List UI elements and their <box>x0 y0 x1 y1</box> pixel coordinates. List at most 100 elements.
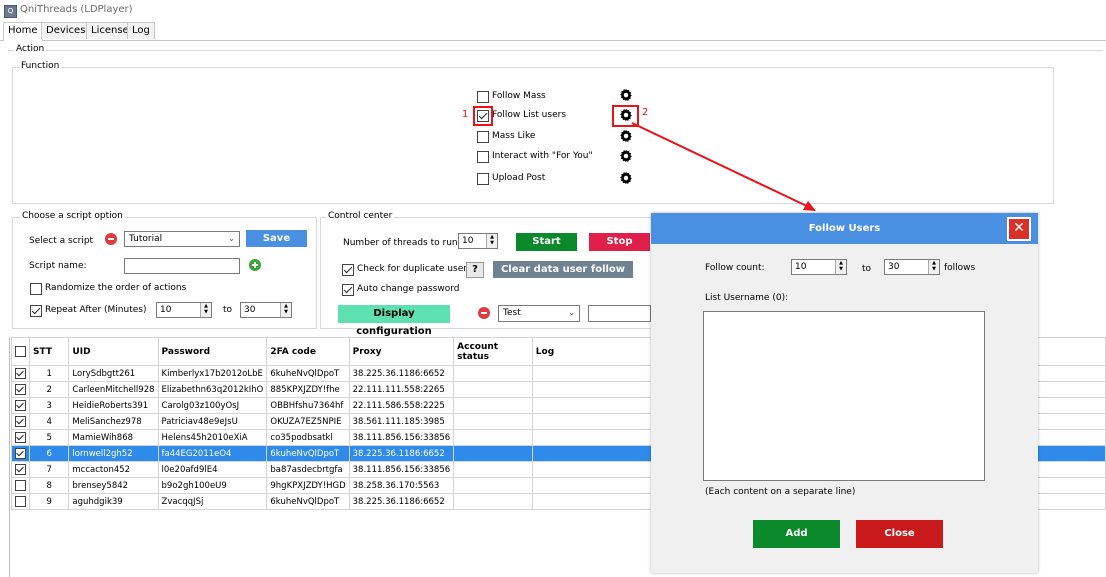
auto-change-password-checkbox[interactable] <box>342 284 354 296</box>
row-checkbox-cell[interactable] <box>11 413 30 430</box>
select-all-checkbox[interactable] <box>15 346 26 357</box>
row-checkbox[interactable] <box>15 464 26 475</box>
cell-account-status[interactable] <box>453 365 533 382</box>
row-checkbox[interactable] <box>15 368 26 379</box>
cell-account-status[interactable] <box>453 381 533 398</box>
column-header-uid[interactable]: UID <box>68 337 159 366</box>
cell-uid[interactable]: LorySdbgtt261 <box>68 365 159 382</box>
cell-account-status[interactable] <box>453 461 533 478</box>
cell-stt[interactable]: 4 <box>28 413 70 430</box>
cell-2fa[interactable]: 885KPXJZDY!fhe <box>266 381 350 398</box>
row-checkbox[interactable] <box>15 480 26 491</box>
repeat-from-stepper[interactable]: 10 ▲ ▼ <box>156 302 212 318</box>
cell-uid[interactable]: CarleenMitchell928 <box>68 381 159 398</box>
cell-password[interactable]: fa44EG2011eO4 <box>157 445 268 462</box>
cell-2fa[interactable]: 9hgKPXJZDY!HGD <box>266 477 350 494</box>
cell-stt[interactable]: 8 <box>28 477 70 494</box>
close-icon[interactable]: ✕ <box>1007 217 1031 241</box>
cell-stt[interactable]: 3 <box>28 397 70 414</box>
cell-account-status[interactable] <box>453 429 533 446</box>
cell-uid[interactable]: mccacton452 <box>68 461 159 478</box>
row-checkbox[interactable] <box>15 448 26 459</box>
cell-password[interactable]: Patriciav48e9eJsU <box>157 413 268 430</box>
cell-uid[interactable]: aguhdgik39 <box>68 493 159 510</box>
cell-stt[interactable]: 5 <box>28 429 70 446</box>
row-checkbox-cell[interactable] <box>11 365 30 382</box>
config-select[interactable]: Test ⌄ <box>498 305 580 322</box>
randomize-checkbox[interactable] <box>30 283 42 295</box>
row-checkbox-cell[interactable] <box>11 477 30 494</box>
cell-2fa[interactable]: OBBHfshu7364hf <box>266 397 350 414</box>
cell-proxy[interactable]: 22.111.111.558:2265 <box>348 381 455 398</box>
cell-account-status[interactable] <box>453 397 533 414</box>
cell-proxy[interactable]: 38.111.856.156:33856 <box>348 429 455 446</box>
column-header-2fa[interactable]: 2FA code <box>266 337 350 366</box>
stepper-arrows-icon[interactable]: ▲ ▼ <box>280 303 291 317</box>
username-list-textarea[interactable] <box>703 311 985 481</box>
add-script-icon[interactable] <box>249 259 261 271</box>
row-checkbox-cell[interactable] <box>11 461 30 478</box>
cell-account-status[interactable] <box>453 413 533 430</box>
cell-stt[interactable]: 7 <box>28 461 70 478</box>
row-checkbox-cell[interactable] <box>11 397 30 414</box>
cell-account-status[interactable] <box>453 493 533 510</box>
script-select[interactable]: Tutorial ⌄ <box>124 231 240 247</box>
repeat-after-checkbox[interactable] <box>30 305 42 317</box>
row-checkbox[interactable] <box>15 496 26 507</box>
check-duplicate-checkbox[interactable] <box>342 264 354 276</box>
stepper-arrows-icon[interactable]: ▲ ▼ <box>928 260 939 274</box>
cell-uid[interactable]: HeidieRoberts391 <box>68 397 159 414</box>
column-header-password[interactable]: Password <box>157 337 268 366</box>
cell-uid[interactable]: brensey5842 <box>68 477 159 494</box>
cell-2fa[interactable]: co35podbsatkl <box>266 429 350 446</box>
column-header-proxy[interactable]: Proxy <box>348 337 455 366</box>
cell-2fa[interactable]: 6kuheNvQlDpoT <box>266 365 350 382</box>
cell-proxy[interactable]: 38.225.36.1186:6652 <box>348 365 455 382</box>
cell-password[interactable]: Elizabethn63q2012kIhO <box>157 381 268 398</box>
cell-proxy[interactable]: 38.225.36.1186:6652 <box>348 493 455 510</box>
row-checkbox[interactable] <box>15 416 26 427</box>
cell-proxy[interactable]: 38.225.36.1186:6652 <box>348 445 455 462</box>
row-checkbox-cell[interactable] <box>11 445 30 462</box>
select-all-header[interactable] <box>11 337 30 366</box>
follow-to-stepper[interactable]: 30 ▲ ▼ <box>884 259 940 275</box>
row-checkbox[interactable] <box>15 400 26 411</box>
cell-account-status[interactable] <box>453 445 533 462</box>
cell-uid[interactable]: lornwell2gh52 <box>68 445 159 462</box>
close-button[interactable]: Close <box>856 520 943 548</box>
cell-proxy[interactable]: 38.258.36.170:5563 <box>348 477 455 494</box>
stepper-arrows-icon[interactable]: ▲ ▼ <box>200 303 211 317</box>
config-input[interactable] <box>588 305 651 322</box>
cell-proxy[interactable]: 38.561.111.185:3985 <box>348 413 455 430</box>
cell-stt[interactable]: 9 <box>28 493 70 510</box>
cell-password[interactable]: ZvacqqJSj <box>157 493 268 510</box>
clear-data-button[interactable]: Clear data user follow <box>493 261 633 278</box>
remove-config-icon[interactable] <box>478 307 490 319</box>
help-button[interactable]: ? <box>466 262 484 278</box>
cell-password[interactable]: b9o2gh100eU9 <box>157 477 268 494</box>
script-name-input[interactable] <box>124 258 240 274</box>
cell-password[interactable]: Kimberlyx17b2012oLbE <box>157 365 268 382</box>
row-checkbox-cell[interactable] <box>11 493 30 510</box>
cell-stt[interactable]: 1 <box>28 365 70 382</box>
cell-stt[interactable]: 6 <box>28 445 70 462</box>
row-checkbox-cell[interactable] <box>11 429 30 446</box>
cell-2fa[interactable]: OKUZA7EZ5NPIE <box>266 413 350 430</box>
stepper-arrows-icon[interactable]: ▲ ▼ <box>486 234 497 248</box>
cell-stt[interactable]: 2 <box>28 381 70 398</box>
cell-uid[interactable]: MeliSanchez978 <box>68 413 159 430</box>
threads-stepper[interactable]: 10 ▲ ▼ <box>458 233 498 249</box>
cell-password[interactable]: Helens45h2010eXiA <box>157 429 268 446</box>
row-checkbox-cell[interactable] <box>11 381 30 398</box>
row-checkbox[interactable] <box>15 384 26 395</box>
stepper-arrows-icon[interactable]: ▲ ▼ <box>835 260 846 274</box>
cell-proxy[interactable]: 38.111.856.156:33856 <box>348 461 455 478</box>
stop-button[interactable]: Stop <box>589 233 650 251</box>
cell-2fa[interactable]: ba87asdecbrtgfa <box>266 461 350 478</box>
start-button[interactable]: Start <box>516 233 577 251</box>
cell-password[interactable]: Carolg03z100yOsJ <box>157 397 268 414</box>
cell-uid[interactable]: MamieWih868 <box>68 429 159 446</box>
cell-2fa[interactable]: 6kuheNvQlDpoT <box>266 493 350 510</box>
repeat-to-stepper[interactable]: 30 ▲ ▼ <box>240 302 292 318</box>
remove-script-icon[interactable] <box>105 233 117 245</box>
